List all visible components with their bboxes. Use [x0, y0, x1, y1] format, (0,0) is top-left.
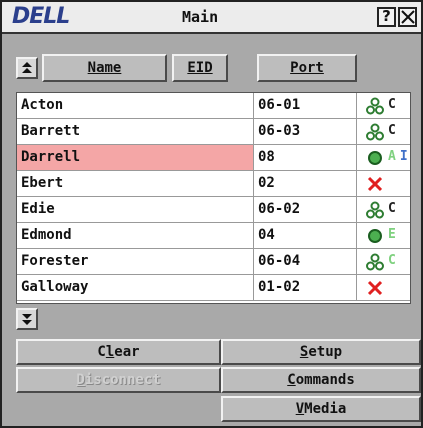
server-port: 02: [254, 171, 357, 196]
double-chevron-up-icon: [22, 62, 32, 73]
server-name: Acton: [17, 93, 254, 118]
server-port: 06-03: [254, 119, 357, 144]
server-name: Edie: [17, 197, 254, 222]
server-port: 04: [254, 223, 357, 248]
server-row[interactable]: Edmond 04 E: [17, 223, 410, 249]
server-port: 01-02: [254, 275, 357, 300]
double-chevron-down-icon: [22, 314, 32, 325]
status-letters: AI: [388, 145, 412, 169]
status-letter: I: [399, 149, 408, 164]
vmedia-button[interactable]: VMedia: [221, 396, 421, 422]
server-row[interactable]: Acton 06-01 C: [17, 93, 410, 119]
server-status: C: [358, 249, 410, 274]
server-status: [358, 171, 410, 196]
server-port: 06-01: [254, 93, 357, 118]
server-name: Barrett: [17, 119, 254, 144]
server-row[interactable]: Barrett 06-03 C: [17, 119, 410, 145]
server-status: E: [358, 223, 410, 248]
server-name: Forester: [17, 249, 254, 274]
status-letter: C: [388, 201, 396, 216]
status-letters: C: [388, 119, 400, 143]
port-column-label: Port: [290, 60, 324, 76]
online-circle-icon: [366, 149, 384, 171]
main-window: DELL Main ? Name EID Port Acton 06-01 C Bar…: [0, 0, 423, 428]
server-status: C: [358, 119, 410, 144]
commands-button[interactable]: Commands: [221, 367, 421, 393]
server-row[interactable]: Ebert 02: [17, 171, 410, 197]
server-status: C: [358, 93, 410, 118]
server-row[interactable]: Edie 06-02 C: [17, 197, 410, 223]
close-button[interactable]: [398, 7, 417, 27]
network-icon: [366, 123, 384, 145]
setup-button[interactable]: Setup: [221, 339, 421, 365]
sort-up-button[interactable]: [16, 57, 38, 79]
server-row[interactable]: Darrell 08 A I: [17, 145, 410, 171]
network-icon: [366, 253, 384, 275]
eid-column-label: EID: [187, 60, 213, 76]
server-row[interactable]: Forester 06-04 C: [17, 249, 410, 275]
status-letter: E: [388, 227, 396, 242]
status-letters: C: [388, 93, 400, 117]
server-name: Galloway: [17, 275, 254, 300]
server-port: 06-02: [254, 197, 357, 222]
sort-down-button[interactable]: [16, 308, 38, 330]
help-button[interactable]: ?: [377, 7, 396, 27]
clear-button[interactable]: Clear: [16, 339, 221, 365]
offline-x-icon: [366, 279, 384, 301]
server-name: Darrell: [17, 145, 254, 170]
status-letter: C: [388, 97, 396, 112]
server-list: Acton 06-01 C Barrett 06-03 C Darrell 08 A I Ebert…: [16, 92, 411, 304]
column-header-bar: Name EID Port: [2, 34, 421, 90]
server-name: Ebert: [17, 171, 254, 196]
status-letters: C: [388, 249, 400, 273]
name-column-label: Name: [87, 60, 122, 76]
status-letter: C: [388, 123, 396, 138]
server-name: Edmond: [17, 223, 254, 248]
server-status: [358, 275, 410, 300]
disconnect-button: Disconnect: [16, 367, 221, 393]
server-port: 06-04: [254, 249, 357, 274]
name-column-button[interactable]: Name: [42, 54, 167, 82]
status-letter: C: [388, 253, 396, 268]
server-status: C: [358, 197, 410, 222]
network-icon: [366, 201, 384, 223]
server-status: AI: [358, 145, 410, 170]
port-column-button[interactable]: Port: [257, 54, 357, 82]
server-port: 08: [254, 145, 357, 170]
server-row[interactable]: Galloway 01-02: [17, 275, 410, 301]
status-letter: A: [388, 149, 396, 164]
offline-x-icon: [366, 175, 384, 197]
dell-logo: DELL: [12, 4, 70, 29]
close-icon: [401, 10, 415, 24]
status-letters: C: [388, 197, 400, 221]
status-letters: E: [388, 223, 400, 247]
window-title: Main: [182, 8, 219, 26]
online-circle-icon: [366, 227, 384, 249]
title-bar: DELL Main ?: [2, 2, 421, 34]
network-icon: [366, 97, 384, 119]
eid-column-button[interactable]: EID: [172, 54, 228, 82]
